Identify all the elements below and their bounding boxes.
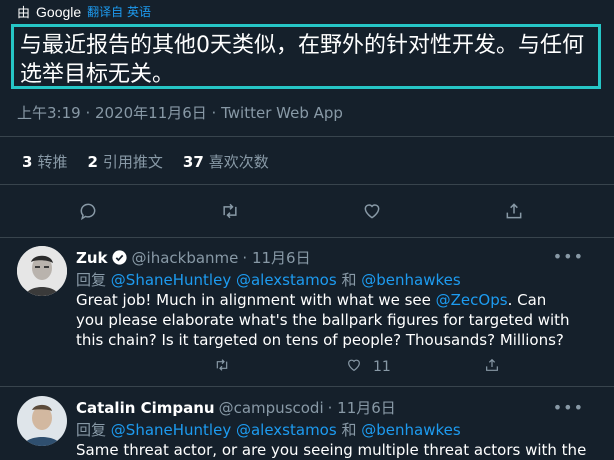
reply-body: Same threat actor, or are you seeing mul… (76, 441, 587, 459)
reply-prefix: 回复 (76, 421, 107, 439)
verified-badge-icon (111, 249, 128, 270)
replying-to: 回复 @ShaneHuntley @alexstamos 和 @benhawke… (76, 269, 461, 290)
replying-to: 回复 @ShaneHuntley @alexstamos 和 @benhawke… (76, 419, 461, 440)
mention-link[interactable]: @ZecOps (436, 291, 508, 309)
mention-link[interactable]: @ShaneHuntley (111, 271, 231, 289)
avatar[interactable] (17, 396, 67, 446)
share-icon[interactable] (501, 198, 527, 224)
divider (0, 386, 614, 387)
like-icon[interactable] (345, 357, 363, 377)
display-name[interactable]: Zuk (76, 249, 108, 267)
google-logo: Google (36, 3, 82, 20)
share-icon[interactable] (483, 357, 501, 373)
divider (0, 136, 614, 137)
user-handle[interactable]: @ihackbanme (132, 249, 239, 267)
like-button[interactable]: 11 (345, 357, 391, 377)
body-text: Great job! Much in alignment with what w… (76, 291, 436, 309)
tweet-timestamp[interactable]: 上午3:19 · 2020年11月6日 · Twitter Web App (17, 102, 343, 123)
retweet-icon[interactable] (213, 357, 231, 373)
mention-link[interactable]: @benhawkes (361, 271, 460, 289)
mention-link[interactable]: @ShaneHuntley (111, 421, 231, 439)
quote-count-stat[interactable]: 2 引用推文 (87, 151, 162, 172)
translate-attribution: 由 Google 翻译自 英语 (17, 2, 151, 22)
reply-header: Zuk @ihackbanme · 11月6日 (76, 247, 311, 270)
tweet-date[interactable]: · 11月6日 (242, 249, 310, 267)
retweet-count-stat[interactable]: 3 转推 (22, 151, 67, 172)
and-label: 和 (341, 271, 357, 289)
like-icon[interactable] (359, 198, 385, 224)
and-label: 和 (341, 421, 357, 439)
divider (0, 237, 614, 238)
mention-link[interactable]: @benhawkes (361, 421, 460, 439)
tweet-stats: 3 转推 2 引用推文 37 喜欢次数 (22, 151, 269, 172)
reply-prefix: 回复 (76, 271, 107, 289)
more-options-icon[interactable]: ••• (553, 398, 584, 417)
display-name[interactable]: Catalin Cimpanu (76, 399, 215, 417)
divider (0, 184, 614, 185)
translate-source-link[interactable]: 翻译自 英语 (87, 3, 151, 20)
more-options-icon[interactable]: ••• (553, 247, 584, 266)
tweet-action-bar (0, 196, 614, 226)
like-count: 11 (373, 359, 391, 375)
translate-by-label: 由 (17, 6, 31, 21)
reply-header: Catalin Cimpanu @campuscodi · 11月6日 (76, 397, 396, 418)
reply-action-bar: 11 (0, 357, 614, 379)
retweet-icon[interactable] (217, 198, 243, 224)
like-count-stat[interactable]: 37 喜欢次数 (183, 151, 269, 172)
user-handle[interactable]: @campuscodi (219, 399, 324, 417)
mention-link[interactable]: @alexstamos (236, 271, 337, 289)
reply-body: Great job! Much in alignment with what w… (76, 290, 576, 350)
translated-tweet-text: 与最近报告的其他0天类似，在野外的针对性开发。与任何选举目标无关。 (11, 24, 601, 89)
tweet-date[interactable]: · 11月6日 (328, 399, 396, 417)
reply-icon[interactable] (75, 198, 101, 224)
avatar[interactable] (17, 246, 67, 296)
mention-link[interactable]: @alexstamos (236, 421, 337, 439)
